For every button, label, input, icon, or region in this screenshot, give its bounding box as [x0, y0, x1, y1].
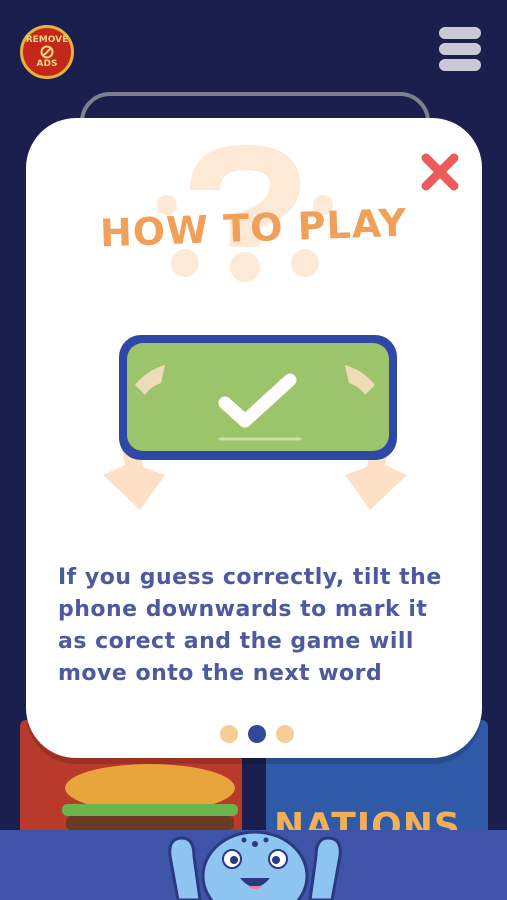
page-indicator	[220, 725, 294, 743]
mascot-character-icon	[168, 830, 342, 900]
page-dot-1[interactable]	[220, 725, 238, 743]
page-dot-3[interactable]	[276, 725, 294, 743]
page-dot-2-active[interactable]	[248, 725, 266, 743]
instruction-text: If you guess correctly, tilt the phone d…	[58, 565, 442, 686]
close-x-icon[interactable]	[418, 150, 462, 194]
phone-icon	[119, 335, 397, 460]
remove-ads-label-top: REMOVE	[25, 35, 69, 45]
hamburger-menu-icon	[439, 27, 481, 39]
tilt-phone-illustration	[103, 335, 407, 510]
no-ads-icon	[40, 45, 54, 59]
remove-ads-label-bottom: ADS	[36, 59, 58, 69]
remove-ads-button[interactable]: REMOVE ADS	[20, 25, 74, 79]
menu-button[interactable]	[439, 27, 481, 71]
